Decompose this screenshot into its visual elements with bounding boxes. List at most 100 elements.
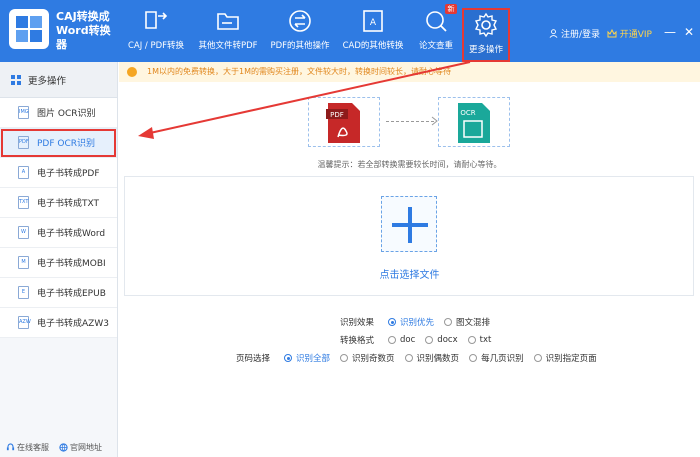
tool-cad-other-convert[interactable]: A CAD的其他转换 [337, 0, 409, 62]
recognize-label: 识别效果 [340, 318, 375, 328]
app-title-line1: CAJ转换成 [56, 10, 110, 23]
option-text: 识别指定页面 [545, 354, 597, 364]
online-service-link[interactable]: 在线客服 [6, 442, 49, 453]
user-icon [549, 29, 558, 38]
radio-recognize-mixed[interactable] [444, 318, 453, 326]
new-badge: 新 [445, 4, 457, 14]
convert-arrow [386, 121, 434, 122]
crown-icon [607, 29, 617, 38]
option-text: 识别偶数页 [416, 354, 460, 364]
option-text: doc [400, 335, 416, 345]
radio-pages-specified[interactable] [533, 354, 542, 362]
sidebar-item-ebook-to-mobi[interactable]: M 电子书转成MOBI [0, 248, 117, 278]
radio-format-doc[interactable] [388, 336, 397, 344]
headset-icon [6, 443, 15, 451]
option-text: 识别全部 [296, 354, 331, 364]
ebook-txt-icon: TXT [18, 196, 29, 209]
online-service-label: 在线客服 [17, 443, 49, 452]
sidebar-header-label: 更多操作 [28, 75, 67, 87]
tool-pdf-other-ops[interactable]: PDF的其他操作 [266, 0, 334, 62]
target-format-box: OCR [438, 97, 510, 147]
tip-text: 温馨提示：若全部转换需要较长时间，请耐心等待。 [317, 160, 502, 169]
tool-caj-pdf-convert[interactable]: CAJ / PDF转换 [122, 0, 190, 62]
sidebar-item-image-ocr[interactable]: IMG 图片 OCR识别 [0, 98, 117, 128]
app-logo-icon [9, 9, 49, 49]
pages-option-row: 页码选择 识别全部 识别奇数页 识别偶数页 每几页识别 识别指定页面 [236, 352, 597, 364]
ebook-pdf-icon: A [18, 166, 29, 179]
source-format-box: PDF [308, 97, 380, 147]
sidebar-header: 更多操作 [0, 62, 117, 98]
login-label: 注册/登录 [560, 30, 600, 40]
sidebar-item-ebook-to-pdf[interactable]: A 电子书转成PDF [0, 158, 117, 188]
radio-pages-odd[interactable] [340, 354, 349, 362]
tool-other-to-pdf[interactable]: 其他文件转PDF [193, 0, 263, 62]
official-site-label: 官网地址 [70, 443, 102, 452]
notice-text: 1M以内的免费转换，大于1M的需购买注册，文件较大时，转换时间较长，请耐心等待 [147, 67, 451, 76]
folder-icon [217, 13, 239, 30]
option-text: txt [479, 335, 492, 345]
radio-format-txt[interactable] [467, 336, 476, 344]
tool-label: CAJ / PDF转换 [127, 41, 185, 51]
pages-label: 页码选择 [236, 354, 271, 364]
choose-file-label[interactable]: 点击选择文件 [119, 266, 700, 281]
format-label: 转换格式 [340, 336, 375, 346]
add-file-button[interactable] [381, 196, 437, 252]
sidebar-item-ebook-to-epub[interactable]: E 电子书转成EPUB [0, 278, 117, 308]
swap-icon [289, 10, 311, 32]
tool-label: 其他文件转PDF [198, 41, 258, 51]
tool-more-ops[interactable]: 更多操作 [462, 8, 510, 62]
radio-pages-all[interactable] [284, 354, 293, 362]
sidebar-item-ebook-to-txt[interactable]: TXT 电子书转成TXT [0, 188, 117, 218]
notice-bar: 1M以内的免费转换，大于1M的需购买注册，文件较大时，转换时间较长，请耐心等待 [119, 62, 700, 82]
gear-icon [474, 12, 498, 38]
convert-icon [145, 11, 168, 29]
option-text: 识别优先 [400, 318, 435, 328]
sidebar-item-ebook-to-azw3[interactable]: AZW 电子书转成AZW3 [0, 308, 117, 338]
sidebar-item-label: 图片 OCR识别 [37, 109, 96, 119]
cad-icon: A [363, 10, 383, 32]
format-option-row: 转换格式 doc docx txt [340, 334, 491, 346]
ocr-label: OCR [460, 109, 475, 117]
sidebar-item-ebook-to-word[interactable]: W 电子书转成Word [0, 218, 117, 248]
option-text: docx [437, 335, 458, 345]
radio-pages-every-n[interactable] [469, 354, 478, 362]
option-text: 每几页识别 [481, 354, 524, 364]
sidebar-item-label: 电子书转成EPUB [37, 289, 106, 299]
radio-recognize-priority[interactable] [388, 318, 397, 326]
pdf-file-icon: PDF [326, 103, 360, 143]
globe-icon [59, 443, 68, 452]
official-site-link[interactable]: 官网地址 [59, 442, 102, 453]
vip-label: 开通VIP [619, 30, 652, 40]
minimize-icon[interactable]: — [664, 25, 676, 39]
sidebar-item-label: 电子书转成TXT [37, 199, 100, 209]
ebook-epub-icon: E [18, 286, 29, 299]
app-title-line2: Word转换器 [56, 24, 111, 51]
vip-link[interactable]: 开通VIP [607, 27, 652, 40]
login-link[interactable]: 注册/登录 [549, 27, 600, 40]
sidebar-item-pdf-ocr[interactable]: PDF PDF OCR识别 [0, 128, 117, 158]
radio-pages-even[interactable] [404, 354, 413, 362]
sidebar-item-label: 电子书转成PDF [37, 169, 100, 179]
info-icon [127, 67, 137, 77]
tool-label: PDF的其他操作 [270, 41, 330, 51]
ebook-mobi-icon: M [18, 256, 29, 269]
image-file-icon: IMG [18, 106, 29, 119]
sidebar-item-label: 电子书转成AZW3 [37, 319, 109, 329]
ebook-word-icon: W [18, 226, 29, 239]
tool-label: CAD的其他转换 [342, 41, 404, 51]
radio-format-docx[interactable] [425, 336, 434, 344]
grid-icon [11, 74, 21, 85]
sidebar-item-label: 电子书转成Word [37, 229, 106, 239]
sidebar-item-label: 电子书转成MOBI [37, 259, 106, 269]
app-title: CAJ转换成 Word转换器 [56, 10, 116, 52]
sidebar-item-label: PDF OCR识别 [37, 139, 96, 149]
ocr-file-icon: OCR [458, 103, 490, 143]
close-icon[interactable]: ✕ [684, 25, 694, 39]
pdf-file-icon: PDF [18, 136, 29, 149]
sidebar-footer: 在线客服 官网地址 [0, 442, 118, 453]
tool-label: 论文查重 [418, 41, 453, 51]
pdf-label: PDF [330, 111, 344, 119]
ebook-azw3-icon: AZW [18, 316, 31, 329]
top-toolbar: CAJ转换成 Word转换器 CAJ / PDF转换 其他文件转PDF PDF的… [0, 0, 700, 62]
tool-label: 更多操作 [468, 45, 503, 55]
